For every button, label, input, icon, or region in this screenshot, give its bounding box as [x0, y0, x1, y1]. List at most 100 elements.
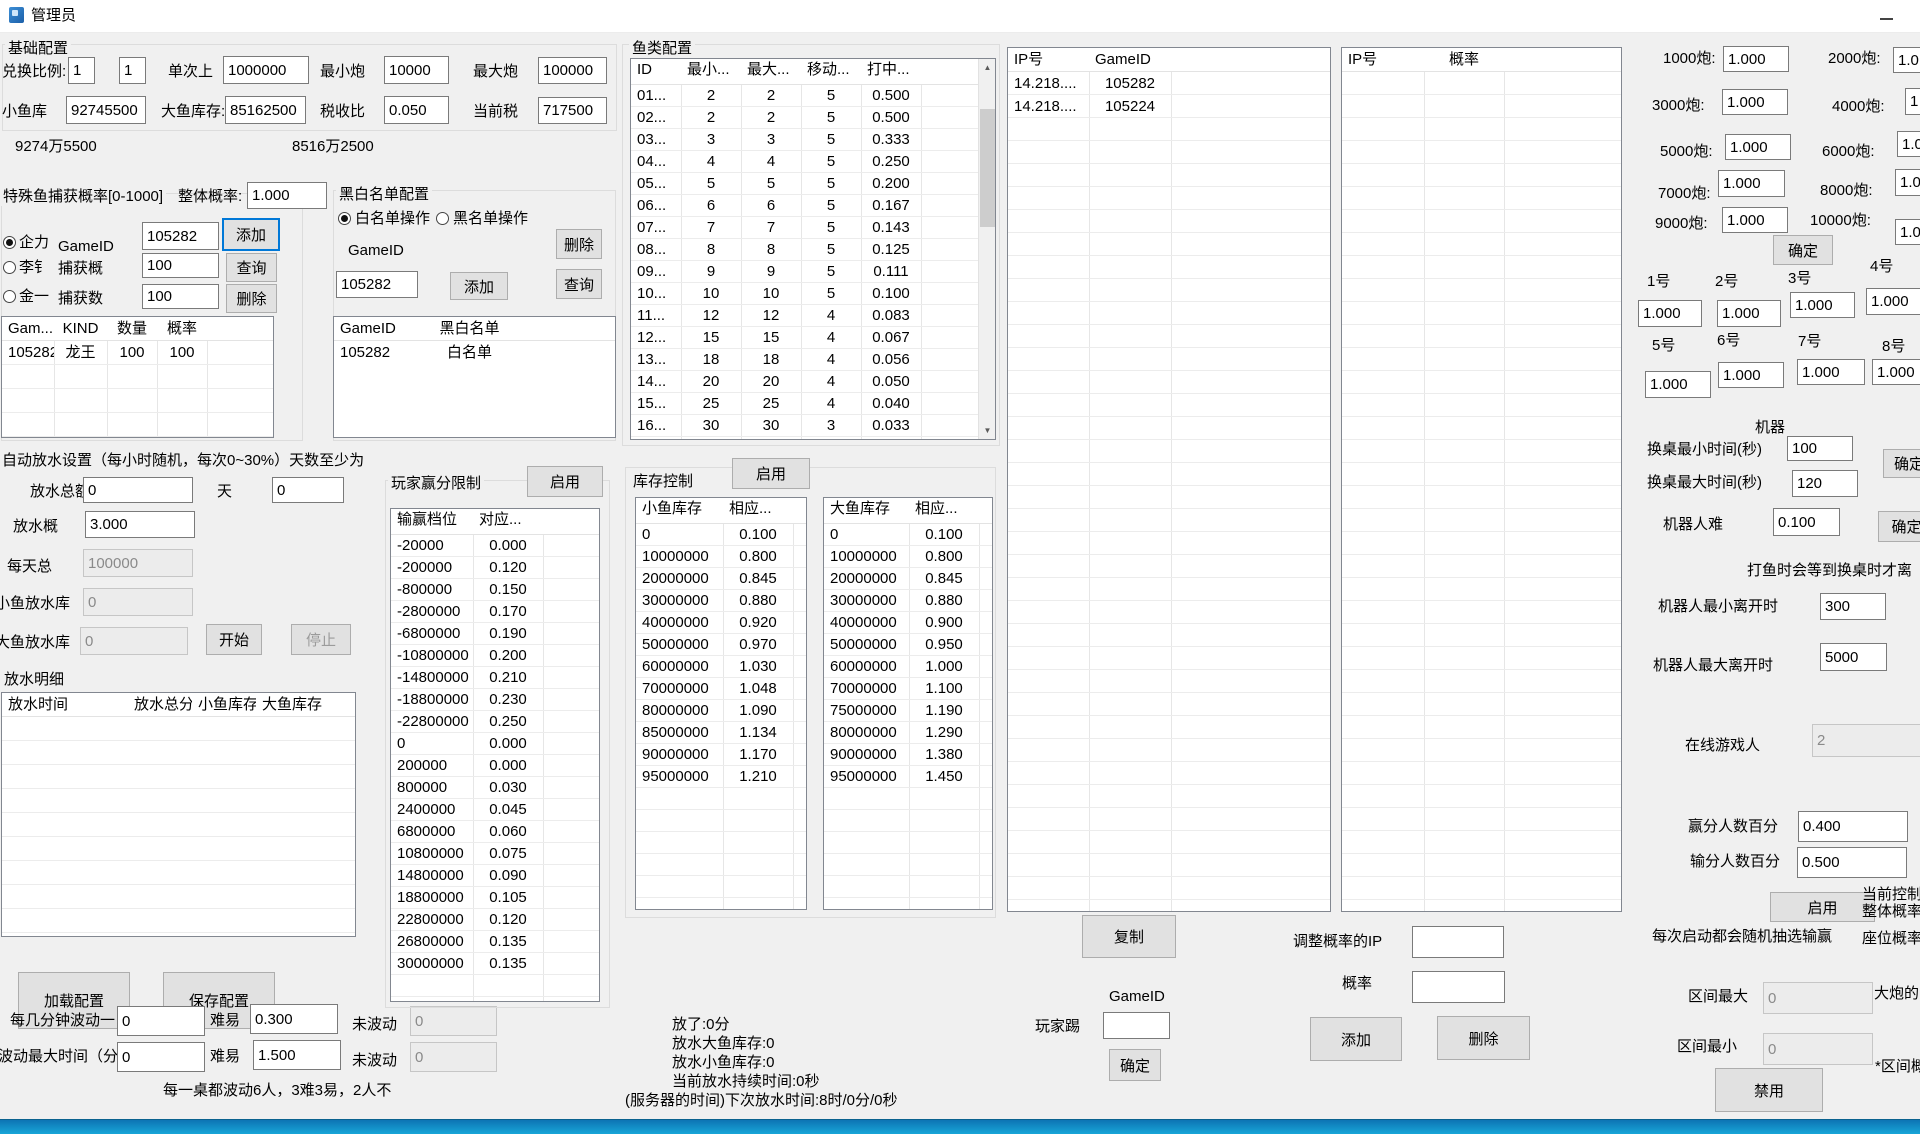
exchange-ratio-1-input[interactable] — [68, 57, 95, 84]
table-row[interactable]: ID最小...最大...移动...打中... — [631, 59, 978, 81]
cannon-5000-input[interactable] — [1725, 134, 1791, 160]
cannon-8000-input[interactable] — [1895, 169, 1920, 196]
table-row[interactable]: 输赢档位对应... — [391, 509, 599, 531]
table-row[interactable]: 100000000.800 — [636, 546, 806, 568]
win-percent-input[interactable] — [1798, 811, 1908, 842]
special-radio-3[interactable] — [3, 290, 16, 303]
water-detail-table-header[interactable]: 放水时间放水总分小鱼库存大鱼库存 — [2, 693, 355, 717]
table-row[interactable]: 01...2250.500 — [631, 85, 995, 107]
table-row[interactable]: 105282白名单 — [334, 341, 615, 365]
table-row[interactable]: 07...7750.143 — [631, 217, 995, 239]
special-gameid-input[interactable] — [142, 222, 219, 250]
table-row[interactable]: 800000001.290 — [824, 722, 992, 744]
bw-add-button[interactable]: 添加 — [450, 272, 508, 300]
wave-interval-input[interactable] — [117, 1006, 205, 1036]
table-row[interactable]: 12...151540.067 — [631, 327, 995, 349]
ip-prob-table-header[interactable]: IP号概率 — [1342, 48, 1621, 72]
fish-table-scrollbar[interactable]: ▲ ▼ — [978, 59, 995, 439]
table-row[interactable]: 100000000.800 — [824, 546, 992, 568]
special-radio-2[interactable] — [3, 261, 16, 274]
fish-config-table-header[interactable]: ID最小...最大...移动...打中... — [631, 59, 995, 85]
bw-list-table[interactable]: GameID黑白名单 105282白名单 — [333, 316, 616, 438]
table-row[interactable]: 08...8850.125 — [631, 239, 995, 261]
robot-min-leave-input[interactable] — [1820, 593, 1886, 620]
water-detail-table[interactable]: 放水时间放水总分小鱼库存大鱼库存 — [1, 692, 356, 937]
table-row[interactable]: 900000001.170 — [636, 744, 806, 766]
copy-button[interactable]: 复制 — [1082, 915, 1176, 958]
table-row[interactable]: 13...181840.056 — [631, 349, 995, 371]
table-row[interactable]: 00.000 — [391, 733, 599, 755]
table-row[interactable]: 188000000.105 — [391, 887, 599, 909]
ip-gameid-table-header[interactable]: IP号GameID — [1008, 48, 1330, 72]
table-row[interactable]: -8000000.150 — [391, 579, 599, 601]
fish-config-table[interactable]: ID最小...最大...移动...打中... 01...2250.50002..… — [630, 58, 996, 440]
table-row[interactable]: -2000000.120 — [391, 557, 599, 579]
table-row[interactable]: 05...5550.200 — [631, 173, 995, 195]
bw-gameid-input[interactable] — [336, 271, 418, 298]
cannon-10000-input[interactable] — [1895, 219, 1920, 245]
table-row[interactable]: IP号GameID — [1008, 48, 1330, 71]
special-fish-table-header[interactable]: Gam...KIND数量概率 — [2, 317, 273, 341]
max-cannon-input[interactable] — [538, 57, 607, 84]
bw-list-table-body[interactable]: 105282白名单 — [334, 341, 615, 437]
seat-3-input[interactable] — [1790, 292, 1855, 318]
table-min-time-input[interactable] — [1787, 436, 1853, 461]
adjust-prob-input[interactable] — [1412, 971, 1505, 1003]
water-day-input[interactable] — [272, 477, 344, 503]
win-limit-table-header[interactable]: 输赢档位对应... — [391, 509, 599, 535]
exchange-ratio-2-input[interactable] — [119, 57, 146, 84]
table-row[interactable]: 放水时间放水总分小鱼库存大鱼库存 — [2, 693, 355, 717]
table-row[interactable]: 268000000.135 — [391, 931, 599, 953]
table-row[interactable]: 大鱼库存相应... — [824, 498, 992, 520]
table-row[interactable]: 750000001.190 — [824, 700, 992, 722]
stock-enable-button[interactable]: 启用 — [732, 458, 810, 489]
small-stock-table-header[interactable]: 小鱼库存相应... — [636, 498, 806, 524]
table-row[interactable]: 16...303030.033 — [631, 415, 995, 437]
big-fish-store-input[interactable] — [225, 96, 306, 124]
water-prob-input[interactable] — [85, 511, 195, 538]
seat-2-input[interactable] — [1717, 300, 1781, 327]
cannon-9000-input[interactable] — [1722, 207, 1788, 233]
table-row[interactable]: 108000000.075 — [391, 843, 599, 865]
scroll-down-icon[interactable]: ▼ — [979, 422, 996, 439]
table-row[interactable]: 300000000.135 — [391, 953, 599, 975]
cannon-confirm-button[interactable]: 确定 — [1773, 235, 1833, 265]
seat-4-input[interactable] — [1866, 288, 1920, 315]
wave-diff1-input[interactable] — [250, 1004, 338, 1034]
ip-prob-table[interactable]: IP号概率 — [1341, 47, 1622, 912]
bw-query-button[interactable]: 查询 — [556, 269, 602, 299]
table-row[interactable]: 14...202040.050 — [631, 371, 995, 393]
table-row[interactable]: 300000000.880 — [824, 590, 992, 612]
scroll-up-icon[interactable]: ▲ — [979, 59, 996, 76]
ip-gameid-table-body[interactable]: 14.218....10528214.218....105224 — [1008, 72, 1330, 911]
table-row[interactable]: 950000001.450 — [824, 766, 992, 788]
win-limit-enable-button[interactable]: 启用 — [527, 466, 603, 497]
current-tax-input[interactable] — [538, 97, 607, 124]
table-row[interactable]: 00.100 — [636, 524, 806, 546]
ip-prob-delete-button[interactable]: 删除 — [1437, 1016, 1530, 1060]
table-row[interactable]: 06...6650.167 — [631, 195, 995, 217]
bw-delete-button[interactable]: 删除 — [556, 229, 602, 259]
bw-list-table-header[interactable]: GameID黑白名单 — [334, 317, 615, 341]
table-row[interactable]: GameID黑白名单 — [334, 317, 615, 341]
table-row[interactable]: 300000000.880 — [636, 590, 806, 612]
table-row[interactable]: 04...4450.250 — [631, 151, 995, 173]
black-list-radio[interactable] — [436, 212, 449, 225]
table-row[interactable]: -228000000.250 — [391, 711, 599, 733]
seat-8-input[interactable] — [1872, 359, 1920, 385]
table-row[interactable]: 228000000.120 — [391, 909, 599, 931]
table-row[interactable]: 900000001.380 — [824, 744, 992, 766]
table-row[interactable]: 600000001.030 — [636, 656, 806, 678]
special-query-button[interactable]: 查询 — [226, 253, 277, 282]
table-row[interactable]: 03...3350.333 — [631, 129, 995, 151]
cannon-6000-input[interactable] — [1897, 131, 1920, 157]
table-row[interactable]: 800000001.090 — [636, 700, 806, 722]
table-row[interactable]: 950000001.210 — [636, 766, 806, 788]
table-row[interactable]: -148000000.210 — [391, 667, 599, 689]
table-row[interactable]: -28000000.170 — [391, 601, 599, 623]
table-row[interactable]: 148000000.090 — [391, 865, 599, 887]
table-max-time-input[interactable] — [1792, 470, 1858, 497]
tax-rate-input[interactable] — [384, 96, 449, 124]
disable-button[interactable]: 禁用 — [1715, 1068, 1823, 1112]
catch-prob-input[interactable] — [142, 253, 219, 278]
